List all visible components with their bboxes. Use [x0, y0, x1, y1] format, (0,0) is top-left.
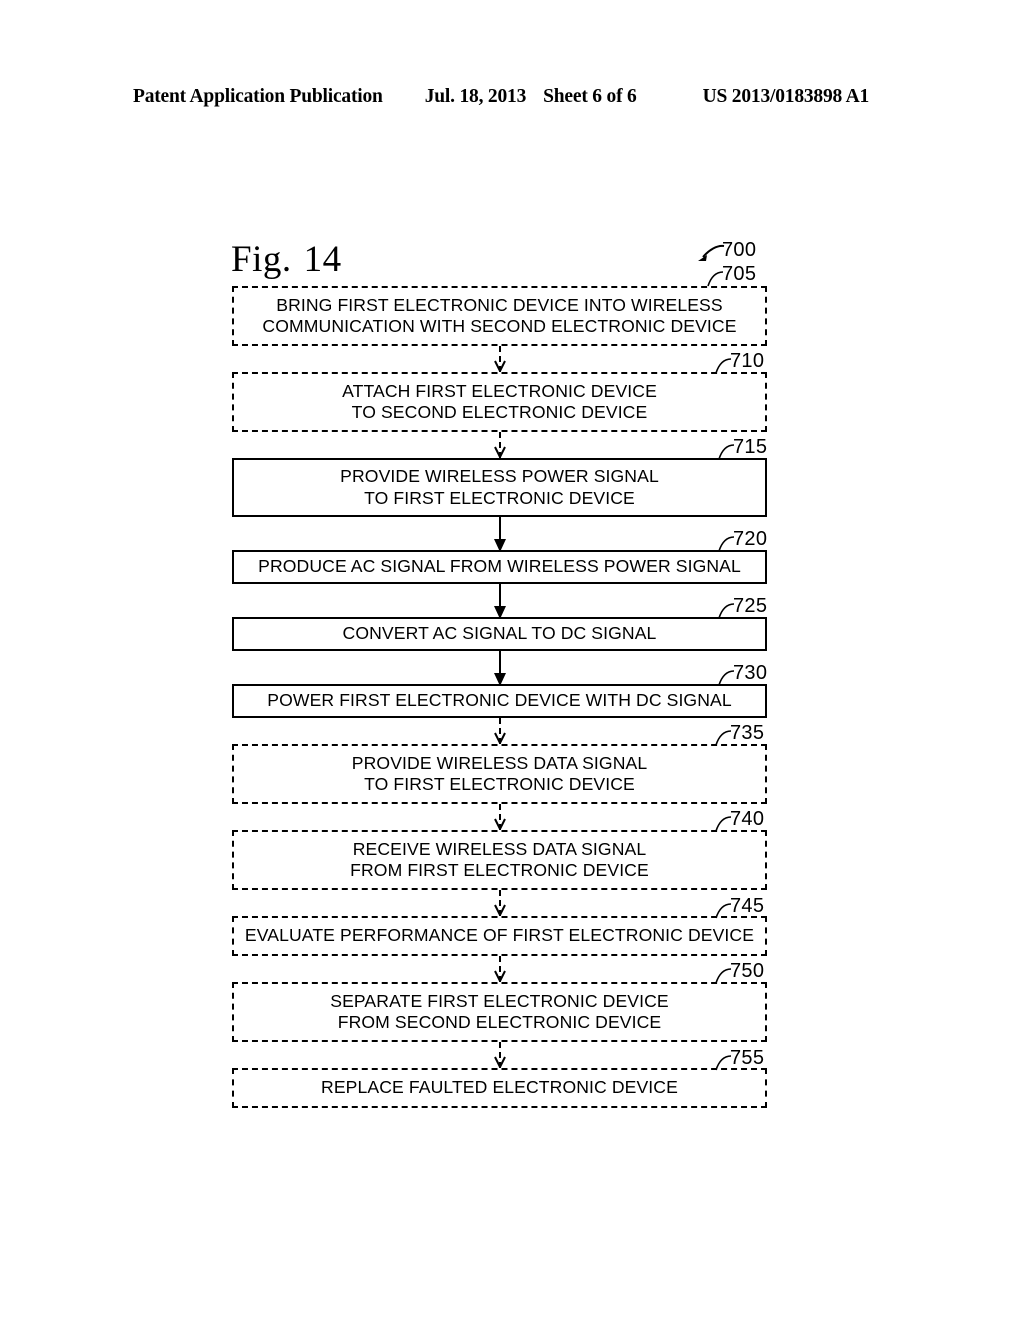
leader-line-710-icon	[710, 356, 732, 374]
reference-callout-710: 710	[715, 350, 765, 374]
flow-step-745-text: EVALUATE PERFORMANCE OF FIRST ELECTRONIC…	[244, 925, 755, 946]
flow-step-730: POWER FIRST ELECTRONIC DEVICE WITH DC SI…	[232, 684, 767, 718]
reference-number-735: 735	[730, 722, 765, 744]
connector-725-to-730	[494, 651, 506, 686]
leader-line-720-icon	[713, 534, 735, 552]
flow-step-710: ATTACH FIRST ELECTRONIC DEVICE TO SECOND…	[232, 372, 767, 432]
figure-label: Fig.	[231, 239, 292, 280]
flow-step-730-text: POWER FIRST ELECTRONIC DEVICE WITH DC SI…	[267, 690, 732, 711]
leader-line-755-icon	[710, 1053, 732, 1071]
connector-730-to-735	[494, 718, 506, 745]
leader-arrow-700-icon	[695, 242, 725, 264]
figure-title: Fig. 14	[231, 240, 342, 280]
connector-750-to-755	[494, 1042, 506, 1069]
flow-step-705-text: BRING FIRST ELECTRONIC DEVICE INTO WIREL…	[262, 294, 737, 337]
reference-callout-745: 745	[715, 895, 765, 919]
flow-step-750-text: SEPARATE FIRST ELECTRONIC DEVICE FROM SE…	[330, 990, 669, 1033]
connector-715-to-720	[494, 517, 506, 552]
leader-line-725-icon	[713, 601, 735, 619]
flow-step-745: EVALUATE PERFORMANCE OF FIRST ELECTRONIC…	[232, 916, 767, 956]
flow-step-725: CONVERT AC SIGNAL TO DC SIGNAL	[232, 617, 767, 651]
flow-step-740-text: RECEIVE WIRELESS DATA SIGNAL FROM FIRST …	[350, 838, 649, 881]
flow-step-755-text: REPLACE FAULTED ELECTRONIC DEVICE	[321, 1077, 678, 1098]
connector-745-to-750	[494, 956, 506, 983]
flow-step-710-text: ATTACH FIRST ELECTRONIC DEVICE TO SECOND…	[342, 380, 657, 423]
leader-line-750-icon	[710, 966, 732, 984]
flow-step-705: BRING FIRST ELECTRONIC DEVICE INTO WIREL…	[232, 286, 767, 346]
reference-number-705: 705	[722, 263, 757, 285]
connector-710-to-715	[494, 432, 506, 459]
connector-735-to-740	[494, 804, 506, 831]
reference-number-700: 700	[722, 239, 757, 261]
flow-step-715-text: PROVIDE WIRELESS POWER SIGNAL TO FIRST E…	[340, 466, 659, 508]
reference-callout-705: 705	[707, 263, 757, 287]
leader-line-715-icon	[713, 442, 735, 460]
reference-number-745: 745	[730, 895, 765, 917]
figure-14-flowchart: Fig. 14 700 BRING FIRST ELECTRONIC DEVICE…	[0, 0, 1024, 1320]
flow-step-755: REPLACE FAULTED ELECTRONIC DEVICE	[232, 1068, 767, 1108]
leader-line-705-icon	[702, 269, 724, 287]
reference-number-755: 755	[730, 1047, 765, 1069]
reference-callout-740: 740	[715, 808, 765, 832]
flow-step-720-text: PRODUCE AC SIGNAL FROM WIRELESS POWER SI…	[258, 556, 741, 577]
reference-number-730: 730	[733, 662, 768, 684]
leader-line-730-icon	[713, 668, 735, 686]
leader-line-735-icon	[710, 728, 732, 746]
reference-callout-715: 715	[718, 436, 768, 460]
reference-number-715: 715	[733, 436, 768, 458]
flow-step-735-text: PROVIDE WIRELESS DATA SIGNAL TO FIRST EL…	[351, 752, 648, 795]
reference-number-710: 710	[730, 350, 765, 372]
reference-number-720: 720	[733, 528, 768, 550]
flow-step-720: PRODUCE AC SIGNAL FROM WIRELESS POWER SI…	[232, 550, 767, 584]
leader-line-740-icon	[710, 814, 732, 832]
figure-number: 14	[303, 239, 342, 280]
reference-callout-755: 755	[715, 1047, 765, 1071]
reference-number-725: 725	[733, 595, 768, 617]
reference-callout-750: 750	[715, 960, 765, 984]
reference-callout-700: 700	[698, 239, 757, 261]
flow-step-740: RECEIVE WIRELESS DATA SIGNAL FROM FIRST …	[232, 830, 767, 890]
flow-step-715: PROVIDE WIRELESS POWER SIGNAL TO FIRST E…	[232, 458, 767, 517]
leader-line-745-icon	[710, 901, 732, 919]
connector-705-to-710	[494, 346, 506, 373]
reference-number-750: 750	[730, 960, 765, 982]
flow-step-750: SEPARATE FIRST ELECTRONIC DEVICE FROM SE…	[232, 982, 767, 1042]
reference-number-740: 740	[730, 808, 765, 830]
flow-step-725-text: CONVERT AC SIGNAL TO DC SIGNAL	[342, 623, 657, 644]
connector-740-to-745	[494, 890, 506, 917]
reference-callout-720: 720	[718, 528, 768, 552]
reference-callout-735: 735	[715, 722, 765, 746]
connector-720-to-725	[494, 584, 506, 619]
flow-step-735: PROVIDE WIRELESS DATA SIGNAL TO FIRST EL…	[232, 744, 767, 804]
reference-callout-730: 730	[718, 662, 768, 686]
reference-callout-725: 725	[718, 595, 768, 619]
